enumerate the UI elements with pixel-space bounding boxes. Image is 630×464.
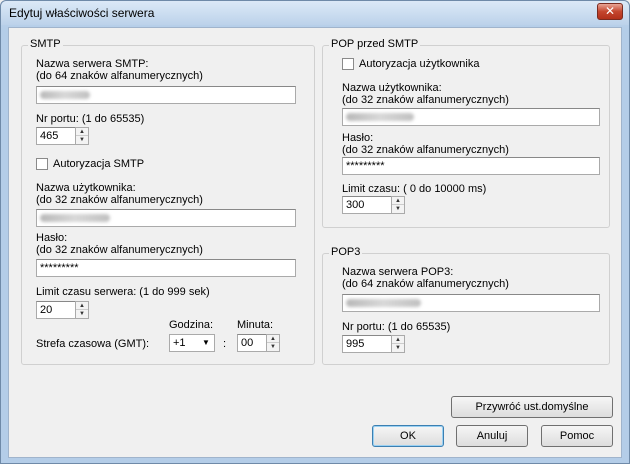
spin-down-icon[interactable]: ▼: [76, 310, 88, 318]
pop-pass-input[interactable]: *********: [342, 157, 600, 175]
spin-up-icon[interactable]: ▲: [76, 128, 88, 136]
hour-label: Godzina:: [169, 319, 214, 331]
redacted-value: [346, 299, 421, 308]
pop3-port-spinner[interactable]: ▲ ▼: [391, 335, 405, 353]
ok-button[interactable]: OK: [372, 425, 444, 447]
pop3-legend: POP3: [329, 246, 363, 258]
pop3-port-input[interactable]: 995: [342, 335, 392, 353]
smtp-port-input[interactable]: 465: [36, 127, 76, 145]
smtp-timeout-label: Limit czasu serwera: (1 do 999 sek): [36, 286, 210, 298]
restore-defaults-button[interactable]: Przywróć ust.domyślne: [451, 396, 613, 418]
close-icon: ✕: [604, 4, 616, 18]
spin-down-icon[interactable]: ▼: [76, 136, 88, 144]
window-title: Edytuj właściwości serwera: [9, 6, 155, 20]
smtp-auth-checkbox[interactable]: [36, 158, 48, 170]
pop3-server-hint: (do 64 znaków alfanumerycznych): [342, 278, 509, 290]
spin-down-icon[interactable]: ▼: [392, 344, 404, 352]
smtp-pass-label: Hasło:: [36, 232, 68, 244]
pop-timeout-label: Limit czasu: ( 0 do 10000 ms): [342, 183, 487, 195]
minute-label: Minuta:: [237, 319, 274, 331]
pop3-server-label: Nazwa serwera POP3:: [342, 266, 454, 278]
time-colon: :: [223, 338, 227, 350]
smtp-auth-label: Autoryzacja SMTP: [53, 158, 145, 170]
pop-user-input[interactable]: [342, 108, 600, 126]
minute-spinner[interactable]: ▲ ▼: [266, 334, 280, 352]
spin-up-icon[interactable]: ▲: [76, 302, 88, 310]
smtp-pass-hint: (do 32 znaków alfanumerycznych): [36, 244, 203, 256]
pop-user-label: Nazwa użytkownika:: [342, 82, 442, 94]
spin-down-icon[interactable]: ▼: [267, 343, 279, 351]
redacted-value: [40, 214, 110, 223]
smtp-server-hint: (do 64 znaków alfanumerycznych): [36, 70, 203, 82]
smtp-group: SMTP Nazwa serwera SMTP: (do 64 znaków a…: [21, 38, 315, 365]
pop-timeout-spinner[interactable]: ▲ ▼: [391, 196, 405, 214]
pop-auth-checkbox[interactable]: [342, 58, 354, 70]
pop-timeout-input[interactable]: 300: [342, 196, 392, 214]
smtp-server-label: Nazwa serwera SMTP:: [36, 58, 149, 70]
smtp-port-label: Nr portu: (1 do 65535): [36, 113, 145, 125]
help-button[interactable]: Pomoc: [541, 425, 613, 447]
smtp-timeout-input[interactable]: 20: [36, 301, 76, 319]
smtp-timeout-spinner[interactable]: ▲ ▼: [75, 301, 89, 319]
hour-value: +1: [173, 337, 186, 349]
pop3-group: POP3 Nazwa serwera POP3: (do 64 znaków a…: [322, 246, 610, 365]
title-bar[interactable]: Edytuj właściwości serwera ✕: [1, 1, 629, 25]
hour-select[interactable]: +1 ▼: [169, 334, 215, 352]
smtp-user-hint: (do 32 znaków alfanumerycznych): [36, 194, 203, 206]
smtp-user-input[interactable]: [36, 209, 296, 227]
pop-auth-label: Autoryzacja użytkownika: [359, 58, 480, 70]
close-button[interactable]: ✕: [597, 3, 623, 20]
spin-up-icon[interactable]: ▲: [392, 336, 404, 344]
spin-up-icon[interactable]: ▲: [392, 197, 404, 205]
pop-pass-label: Hasło:: [342, 132, 374, 144]
redacted-value: [40, 91, 90, 100]
pop-pass-hint: (do 32 znaków alfanumerycznych): [342, 144, 509, 156]
chevron-down-icon[interactable]: ▼: [199, 336, 213, 350]
dialog-window: Edytuj właściwości serwera ✕ SMTP Nazwa …: [0, 0, 630, 464]
cancel-button[interactable]: Anuluj: [456, 425, 528, 447]
spin-down-icon[interactable]: ▼: [392, 205, 404, 213]
smtp-server-input[interactable]: [36, 86, 296, 104]
smtp-legend: SMTP: [28, 38, 63, 50]
smtp-user-label: Nazwa użytkownika:: [36, 182, 136, 194]
timezone-label: Strefa czasowa (GMT):: [36, 338, 150, 350]
dialog-client: SMTP Nazwa serwera SMTP: (do 64 znaków a…: [8, 27, 622, 458]
pop-before-legend: POP przed SMTP: [329, 38, 421, 50]
smtp-pass-input[interactable]: *********: [36, 259, 296, 277]
pop-before-smtp-group: POP przed SMTP Autoryzacja użytkownika N…: [322, 38, 610, 228]
spin-up-icon[interactable]: ▲: [267, 335, 279, 343]
smtp-port-spinner[interactable]: ▲ ▼: [75, 127, 89, 145]
pop-user-hint: (do 32 znaków alfanumerycznych): [342, 94, 509, 106]
minute-input[interactable]: 00: [237, 334, 267, 352]
pop3-server-input[interactable]: [342, 294, 600, 312]
pop3-port-label: Nr portu: (1 do 65535): [342, 321, 451, 333]
redacted-value: [346, 113, 414, 122]
